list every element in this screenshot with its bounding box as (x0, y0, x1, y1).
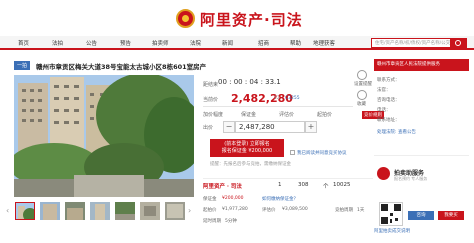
start-price-label: 起拍价 (203, 208, 217, 213)
delay-label: 延时周期 (203, 219, 221, 224)
increase-bid-button[interactable]: + (305, 121, 317, 133)
promo-stat: 1 (278, 182, 282, 188)
step-label: 评估价 (279, 112, 295, 118)
nav-item-notice[interactable]: 公告 (86, 39, 97, 47)
bell-icon[interactable] (357, 70, 367, 80)
nav-item-home[interactable]: 首页 (18, 39, 29, 47)
search-input[interactable]: 住宅/资产名称/权/债权/资产名称/公交线 (371, 38, 451, 48)
thumbnail[interactable] (165, 202, 185, 220)
nav-item-auction[interactable]: 法拍 (52, 39, 63, 47)
nav-item-geo[interactable]: 地理获客 (313, 39, 335, 47)
nav-item-news[interactable]: 新闻 (222, 39, 233, 47)
auction-terms-row: 加价幅度 保证金 评估价 起拍价 (203, 111, 353, 119)
bid-count: 12 (274, 96, 280, 101)
register-bid-button[interactable]: (前本登录) 立即报名 报名保证金 ¥200,000 (210, 139, 284, 157)
chevron-right-icon[interactable]: › (188, 206, 191, 215)
bid-notice: 提醒：先报名后参与竞拍，需缴纳保证金 (210, 162, 291, 167)
service-icon (377, 167, 390, 180)
divider (203, 106, 353, 107)
court-info-line: 联系方式： (377, 78, 400, 83)
agreement-link[interactable]: 我已阅读并同意竞买协议 (297, 150, 347, 156)
search-icon[interactable] (451, 38, 467, 48)
countdown-timer: 00 : 00 : 04 : 33.1 (218, 78, 281, 86)
divider (374, 155, 469, 156)
court-header[interactable]: 赣州市章贡区人民法院提供服务 (374, 59, 469, 71)
item-title: 赣州市章贡区梅关大道38号宝能太古城小区8栋601室房产 (36, 63, 207, 71)
consult-button[interactable]: 咨询 (408, 211, 434, 220)
eval-price-value: ¥3,089,500 (282, 207, 308, 212)
auction-round-tag: 一拍 (14, 61, 31, 70)
nav-item-auctioneer[interactable]: 拍卖师 (152, 39, 169, 47)
agree-checkbox[interactable] (290, 150, 295, 155)
eval-price-label: 评估价 (262, 208, 276, 213)
nav-item-court[interactable]: 法院 (190, 39, 201, 47)
delay-value: 5分钟 (225, 219, 237, 224)
court-notice-link[interactable]: 处理法院: 查看公告 (377, 129, 416, 135)
period-label: 竞拍周期 (335, 208, 353, 213)
promo-stat: 308 (298, 182, 309, 188)
nav-item-preview[interactable]: 预告 (120, 39, 131, 47)
service-subtitle: 报名预约 专人服务 (394, 176, 428, 181)
court-info-line: 法官： (377, 88, 391, 93)
thumbnail[interactable] (90, 202, 110, 220)
register-button-label: (前本登录) 立即报名 (224, 141, 270, 147)
start-price-value: ¥1,977,280 (222, 207, 248, 212)
side-action-label: 收藏 (357, 102, 366, 107)
star-icon[interactable] (357, 90, 367, 100)
promo-stat-prefix: 个 (323, 184, 329, 190)
bid-label: 出价 (203, 125, 214, 131)
side-action-label: 设置提醒 (354, 82, 372, 87)
step-label: 保证金 (241, 112, 257, 118)
court-info-line: 电话： (377, 108, 391, 113)
site-header: 阿里资产·司法 (0, 0, 474, 36)
item-title-row: 一拍 赣州市章贡区梅关大道38号宝能太古城小区8栋601室房产 (14, 60, 364, 72)
qr-code-icon (379, 202, 403, 226)
promo-stat: 10025 (333, 182, 351, 188)
deal-info-link[interactable]: 阿里拍卖成交说明 (374, 228, 410, 234)
period-value: 1天 (357, 208, 365, 213)
thumbnail[interactable] (40, 202, 60, 220)
property-photo[interactable] (14, 75, 194, 197)
step-label: 加价幅度 (203, 112, 224, 118)
promo-strip: 阿里资产 · 司法 1 308 个 10025 (203, 178, 373, 192)
countdown-label: 距结束 (203, 82, 219, 88)
court-emblem-icon (176, 9, 195, 28)
court-sidebar: 赣州市章贡区人民法院提供服务 联系方式： 法官： 咨询电话： 电话： 联系地址：… (374, 55, 469, 226)
top-bidder[interactable]: C3255 (285, 96, 300, 101)
deposit-help-link[interactable]: 如何缴纳保证金？ (262, 196, 298, 202)
buy-button[interactable]: 我要买 (438, 211, 464, 220)
decrease-bid-button[interactable]: − (223, 121, 235, 133)
chevron-left-icon[interactable]: ‹ (6, 206, 9, 215)
thumbnail[interactable] (115, 202, 135, 220)
bid-input-row: 出价 − + (203, 121, 353, 133)
current-price-label: 当前价 (203, 97, 219, 103)
promo-logo[interactable]: 阿里资产 · 司法 (203, 182, 242, 190)
thumbnail[interactable] (15, 202, 35, 220)
court-info-line: 咨询电话： (377, 98, 400, 103)
deposit-label: 保证金 (203, 197, 217, 202)
register-deposit-label: 报名保证金 ¥200,000 (221, 148, 273, 154)
nav-item-invest[interactable]: 招商 (258, 39, 269, 47)
step-label: 起拍价 (317, 112, 333, 118)
court-info-line: 联系地址： (377, 118, 400, 123)
thumbnail[interactable] (140, 202, 160, 220)
thumbnail[interactable] (65, 202, 85, 220)
brand-logo[interactable]: 阿里资产·司法 (200, 9, 303, 30)
bid-amount-input[interactable] (235, 121, 305, 133)
deposit-value: ¥200,000 (222, 196, 244, 201)
current-price: 2,482,280 (231, 92, 293, 105)
nav-item-help[interactable]: 帮助 (290, 39, 301, 47)
